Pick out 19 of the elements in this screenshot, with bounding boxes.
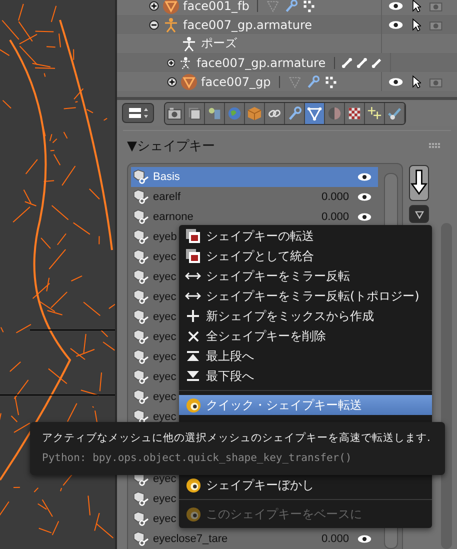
shape-key-name: eyec	[153, 411, 176, 423]
shape-key-name: eyec	[153, 271, 176, 283]
shape-key-name: earnone	[153, 211, 194, 223]
shape-key-name: eyec	[153, 371, 176, 383]
shape-key-name: eyec	[153, 473, 176, 485]
shape-key-name: Basis	[153, 171, 180, 183]
shape-key-name: eyec	[153, 493, 176, 505]
shape-key-name: eyec	[153, 291, 176, 303]
shape-key-name: eyec	[153, 331, 176, 343]
shape-key-name: eyec	[153, 513, 176, 525]
shape-key-name: eyeclose7_tare	[153, 533, 228, 545]
shape-key-name: eyec	[153, 311, 176, 323]
shape-key-name: eyec	[153, 351, 176, 363]
shape-key-name: eyec	[153, 391, 176, 403]
shape-key-name: eyec	[153, 251, 176, 263]
tooltip-description: アクティブなメッシュに他の選択メッシュのシェイプキーを高速で転送します.	[42, 432, 432, 446]
shape-key-name: earelf	[153, 191, 181, 203]
shape-key-name: eyeb	[153, 231, 177, 243]
python-path: Python: bpy.ops.object.quick_shape_key_transfer()	[42, 452, 353, 466]
